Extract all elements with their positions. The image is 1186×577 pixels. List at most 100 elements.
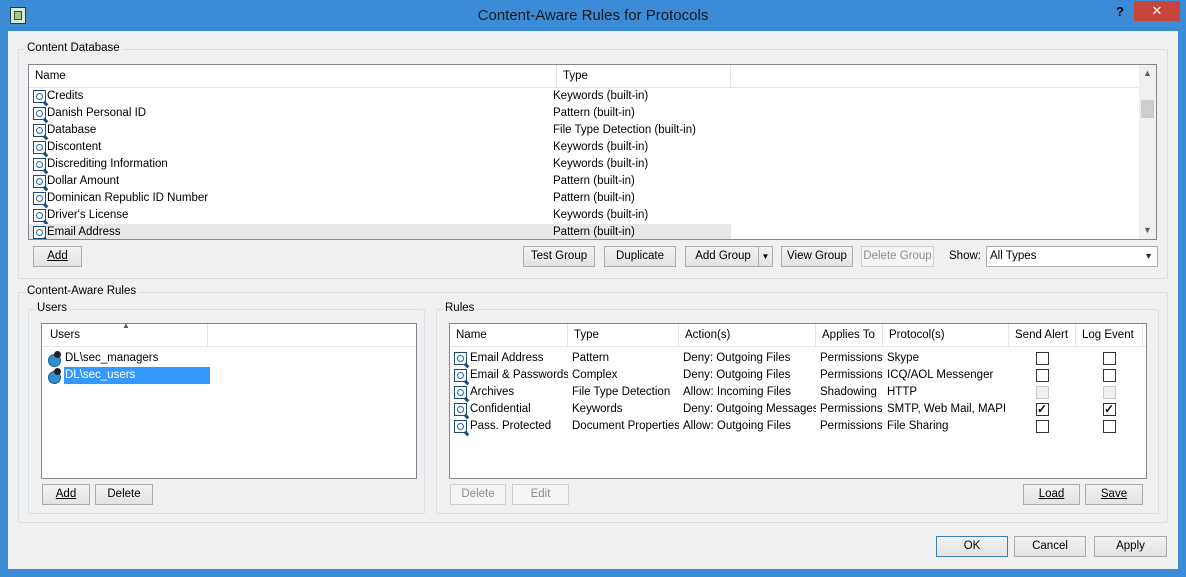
dialog-client-area: Content Database Name Type Credits Keywor… — [8, 31, 1178, 569]
rule-icon — [454, 369, 467, 382]
edit-rule-button[interactable]: Edit — [512, 484, 569, 505]
view-group-button[interactable]: View Group — [781, 246, 853, 267]
content-row[interactable]: Dollar Amount Pattern (built-in) — [29, 173, 731, 190]
rules-list[interactable]: Name Type Action(s) Applies To Protocol(… — [449, 323, 1147, 479]
column-header-applies-to[interactable]: Applies To — [816, 324, 883, 346]
scroll-thumb[interactable] — [1141, 100, 1154, 118]
close-button[interactable]: ✕ — [1134, 1, 1180, 21]
add-group-dropdown-icon[interactable]: ▼ — [758, 247, 772, 266]
rules-group-label: Rules — [443, 302, 477, 314]
content-database-header: Name Type — [29, 65, 1139, 88]
cancel-button[interactable]: Cancel — [1014, 536, 1086, 557]
rule-applies-to: Permissions — [820, 403, 883, 415]
users-group: Users Users ▲ DL\sec_managers DL\sec_user… — [28, 302, 425, 514]
content-row[interactable]: Discrediting Information Keywords (built-… — [29, 156, 731, 173]
content-row[interactable]: Email Address Pattern (built-in) — [29, 224, 731, 239]
add-group-button[interactable]: Add Group ▼ — [685, 246, 773, 267]
save-button[interactable]: Save — [1085, 484, 1143, 505]
load-button[interactable]: Load — [1023, 484, 1080, 505]
log-event-checkbox[interactable] — [1103, 420, 1116, 433]
content-database-scrollbar[interactable]: ▲ ▼ — [1138, 65, 1156, 239]
content-type: Keywords (built-in) — [553, 90, 649, 102]
help-button[interactable]: ? — [1110, 4, 1130, 22]
rule-action: Allow: Incoming Files — [683, 386, 792, 398]
rule-applies-to: Permissions — [820, 352, 883, 364]
column-header-rule-type[interactable]: Type — [568, 324, 679, 346]
user-group-icon — [48, 351, 63, 367]
column-header-name[interactable]: Name — [29, 65, 557, 87]
rule-protocol: File Sharing — [887, 420, 949, 432]
content-row[interactable]: Credits Keywords (built-in) — [29, 88, 731, 105]
rule-row[interactable]: Confidential Keywords Deny: Outgoing Messa… — [450, 401, 1144, 418]
rule-row[interactable]: Archives File Type Detection Allow: Incomi… — [450, 384, 1144, 401]
rule-action: Deny: Outgoing Files — [683, 352, 791, 364]
rule-action: Deny: Outgoing Messages — [683, 403, 816, 415]
users-list[interactable]: Users ▲ DL\sec_managers DL\sec_users — [41, 323, 417, 479]
log-event-checkbox[interactable] — [1103, 352, 1116, 365]
rule-name: Email Address — [470, 352, 544, 364]
column-header-protocols[interactable]: Protocol(s) — [883, 324, 1009, 346]
rules-header: Name Type Action(s) Applies To Protocol(… — [450, 324, 1146, 347]
delete-user-button[interactable]: Delete — [95, 484, 153, 505]
content-database-group: Content Database Name Type Credits Keywor… — [18, 42, 1168, 279]
content-name: Database — [47, 124, 97, 136]
content-row[interactable]: Dominican Republic ID Number Pattern (bui… — [29, 190, 731, 207]
rule-protocol: HTTP — [887, 386, 918, 398]
content-row[interactable]: Danish Personal ID Pattern (built-in) — [29, 105, 731, 122]
scroll-up-arrow-icon[interactable]: ▲ — [1139, 65, 1156, 82]
content-row[interactable]: Database File Type Detection (built-in) — [29, 122, 731, 139]
scroll-down-arrow-icon[interactable]: ▼ — [1139, 222, 1156, 239]
content-item-icon — [33, 192, 46, 205]
apply-button[interactable]: Apply — [1094, 536, 1167, 557]
send-alert-checkbox[interactable] — [1036, 369, 1049, 382]
rule-applies-to: Permissions — [820, 420, 883, 432]
test-group-button[interactable]: Test Group — [523, 246, 595, 267]
rule-name: Confidential — [470, 403, 531, 415]
rule-row[interactable]: Email Address Pattern Deny: Outgoing Files… — [450, 350, 1144, 367]
users-group-label: Users — [35, 302, 70, 314]
send-alert-checkbox[interactable] — [1036, 401, 1049, 418]
rule-row[interactable]: Pass. Protected Document Properties Allow:… — [450, 418, 1144, 435]
content-database-list[interactable]: Name Type Credits Keywords (built-in) Dani… — [28, 64, 1157, 240]
ok-button[interactable]: OK — [936, 536, 1008, 557]
content-item-icon — [33, 175, 46, 188]
send-alert-checkbox[interactable] — [1036, 386, 1049, 399]
log-event-checkbox[interactable] — [1103, 401, 1116, 418]
send-alert-checkbox[interactable] — [1036, 352, 1049, 365]
content-type: Keywords (built-in) — [553, 158, 649, 170]
rule-name: Email & Passwords — [470, 369, 568, 381]
delete-group-button[interactable]: Delete Group — [861, 246, 934, 267]
log-event-checkbox[interactable] — [1103, 386, 1116, 399]
content-item-icon — [33, 107, 46, 120]
content-type: Pattern (built-in) — [553, 226, 635, 238]
send-alert-checkbox[interactable] — [1036, 420, 1049, 433]
content-row[interactable]: Discontent Keywords (built-in) — [29, 139, 731, 156]
content-name: Discrediting Information — [47, 158, 168, 170]
content-name: Dominican Republic ID Number — [47, 192, 209, 204]
user-item[interactable]: DL\sec_users — [42, 367, 242, 384]
delete-rule-button[interactable]: Delete — [450, 484, 506, 505]
column-header-log-event[interactable]: Log Event — [1076, 324, 1143, 346]
user-name: DL\sec_users — [64, 367, 210, 384]
content-item-icon — [33, 226, 46, 239]
duplicate-button[interactable]: Duplicate — [604, 246, 676, 267]
content-name: Danish Personal ID — [47, 107, 147, 119]
content-type: Keywords (built-in) — [553, 141, 649, 153]
add-user-button[interactable]: Add — [42, 484, 90, 505]
content-name: Driver's License — [47, 209, 129, 221]
log-event-checkbox[interactable] — [1103, 369, 1116, 382]
column-header-type[interactable]: Type — [557, 65, 731, 87]
rule-type: Pattern — [572, 352, 610, 364]
user-item[interactable]: DL\sec_managers — [42, 350, 242, 367]
column-header-actions[interactable]: Action(s) — [679, 324, 816, 346]
show-type-select[interactable]: All Types ▼ — [986, 246, 1158, 267]
column-header-rule-name[interactable]: Name — [450, 324, 568, 346]
rule-row[interactable]: Email & Passwords Complex Deny: Outgoing F… — [450, 367, 1144, 384]
add-content-button[interactable]: Add — [33, 246, 82, 267]
column-header-send-alert[interactable]: Send Alert — [1009, 324, 1076, 346]
content-item-icon — [33, 158, 46, 171]
show-label: Show: — [949, 250, 981, 262]
user-group-icon — [48, 368, 63, 384]
content-row[interactable]: Driver's License Keywords (built-in) — [29, 207, 731, 224]
rule-type: Complex — [572, 369, 618, 381]
